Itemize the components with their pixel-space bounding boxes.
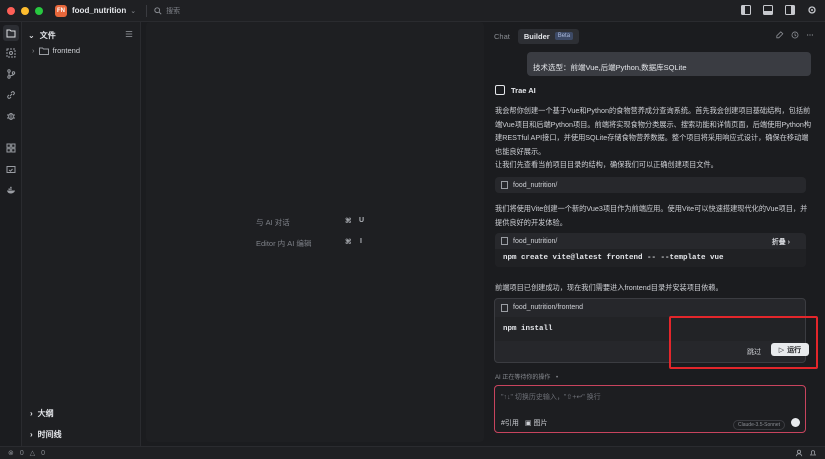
more-icon[interactable] <box>806 31 814 39</box>
tab-chat[interactable]: Chat <box>494 32 510 41</box>
hint-edit: Editor 内 AI 编辑 <box>256 239 312 248</box>
file-path: food_nutrition/ <box>513 181 558 189</box>
toggle-sidebar-icon[interactable] <box>741 5 751 15</box>
divider <box>146 4 148 17</box>
hint-chat: 与 AI 对话 <box>256 218 290 227</box>
error-icon: ⊗ <box>8 450 14 457</box>
chevron-right-icon: › <box>32 46 35 55</box>
problems-indicator[interactable]: ⊗ 0 △ 0 <box>8 449 46 458</box>
remote-icon[interactable] <box>3 162 19 178</box>
file-path: food_nutrition/frontend <box>513 304 584 311</box>
chat-input[interactable]: "↑↓" 切换历史输入，"⇧+↩" 换行 #引用 ▣ 图片 Claude-3.5… <box>494 385 806 433</box>
timeline-label: 时间线 <box>37 430 62 439</box>
close-window-button[interactable] <box>7 6 15 15</box>
status-actions <box>795 449 817 457</box>
send-button[interactable] <box>791 418 800 427</box>
history-icon[interactable] <box>791 31 799 39</box>
image-button[interactable]: ▣ 图片 <box>525 418 548 428</box>
outline-section[interactable]: › 大纲 <box>30 408 54 419</box>
play-icon: ▷ <box>778 346 785 354</box>
shortcut-key: I <box>360 238 362 245</box>
trae-logo-icon <box>495 85 505 95</box>
ai-name: Trae AI <box>511 85 536 95</box>
file-path: food_nutrition/ <box>513 237 558 245</box>
user-message: 技术选型：前端Vue,后端Python,数据库SQLite <box>527 52 811 76</box>
maximize-window-button[interactable] <box>35 6 43 15</box>
error-count: 0 <box>19 449 24 457</box>
shortcut-key: U <box>359 217 365 224</box>
panel-tabs: Chat Builder Beta <box>487 27 820 45</box>
reference-button[interactable]: #引用 <box>501 418 519 428</box>
chevron-right-icon: › <box>30 409 33 418</box>
input-placeholder: "↑↓" 切换历史输入，"⇧+↩" 换行 <box>501 394 601 401</box>
warning-count: 0 <box>41 449 46 457</box>
editor-area[interactable]: 与 AI 对话 ⌘ U Editor 内 AI 编辑 ⌘ I <box>146 22 484 442</box>
shortcut-key: ⌘ <box>345 239 352 246</box>
project-name[interactable]: food_nutrition <box>72 6 126 15</box>
image-icon: ▣ <box>524 420 532 427</box>
ai-paragraph: 前端项目已创建成功，现在我们需要进入frontend目录并安装项目依赖。 <box>495 283 723 292</box>
chevron-right-icon: › <box>30 430 33 439</box>
search-input[interactable]: 搜索 <box>166 6 180 16</box>
waiting-status: AI 正在等待你的操作 • <box>495 375 559 381</box>
search-icon <box>154 6 162 15</box>
title-bar: FN food_nutrition ⌄ 搜索 <box>0 0 825 22</box>
outline-label: 大纲 <box>37 409 54 418</box>
command-block: food_nutrition/ 折叠 › npm create vite@lat… <box>495 233 806 267</box>
tree-item-label: frontend <box>52 46 81 55</box>
tab-builder[interactable]: Builder Beta <box>517 28 580 44</box>
tab-builder-label: Builder <box>523 31 550 41</box>
file-explorer: ⌄ 文件 › frontend › 大纲 › 时间线 <box>22 22 141 446</box>
collapse-button[interactable]: 折叠 › <box>772 237 790 247</box>
notification-icon[interactable] <box>809 449 817 457</box>
tree-item-frontend[interactable]: › frontend <box>32 46 80 55</box>
run-button[interactable]: ▷ 运行 <box>771 343 809 356</box>
window-controls <box>7 6 43 15</box>
skip-button[interactable]: 跳过 <box>747 347 761 357</box>
explorer-title: 文件 <box>39 31 56 40</box>
chevron-down-icon: ⌄ <box>28 31 35 40</box>
source-control-icon[interactable] <box>3 66 19 82</box>
terminal-command: npm create vite@latest frontend -- --tem… <box>495 249 806 267</box>
ai-builder-panel: Chat Builder Beta 技术选型：前端Vue,后端Python,数据… <box>487 22 820 442</box>
run-label: 运行 <box>787 346 802 354</box>
terminal-command: npm install <box>495 317 805 341</box>
shortcut-key: ⌘ <box>345 218 352 225</box>
model-selector[interactable]: Claude-3.5-Sonnet <box>733 420 785 430</box>
explorer-header[interactable]: ⌄ 文件 <box>28 30 56 41</box>
ai-header: Trae AI <box>495 85 536 95</box>
beta-badge: Beta <box>554 32 574 40</box>
link-icon[interactable] <box>3 87 19 103</box>
account-icon[interactable] <box>795 449 803 457</box>
status-bar: ⊗ 0 △ 0 <box>0 446 825 459</box>
ai-paragraph: 我会帮你创建一个基于Vue和Python的食物营养成分查询系统。首先我会创建项目… <box>495 106 812 156</box>
warning-icon: △ <box>29 450 36 457</box>
file-icon <box>501 181 508 189</box>
project-badge[interactable]: FN <box>55 4 67 17</box>
layout-controls <box>741 5 817 15</box>
extensions-icon[interactable] <box>3 140 19 156</box>
panel-actions <box>776 31 814 39</box>
pending-command-card: food_nutrition/frontend npm install 跳过 ▷… <box>494 298 809 363</box>
docker-icon[interactable] <box>3 182 19 198</box>
settings-icon[interactable] <box>807 5 817 15</box>
minimize-window-button[interactable] <box>21 6 29 15</box>
file-reference[interactable]: food_nutrition/ <box>495 177 806 193</box>
activity-bar <box>0 22 22 446</box>
toggle-panel-icon[interactable] <box>763 5 773 15</box>
toggle-secondary-sidebar-icon[interactable] <box>785 5 795 15</box>
chevron-down-icon[interactable]: ⌄ <box>130 7 136 15</box>
menu-icon[interactable] <box>125 30 133 38</box>
file-icon <box>501 303 508 312</box>
explorer-icon[interactable] <box>3 25 19 41</box>
folder-icon <box>38 47 49 55</box>
input-tools: #引用 ▣ 图片 <box>501 418 547 428</box>
ai-paragraph: 我们将使用Vite创建一个新的Vue3项目作为前端应用。使用Vite可以快速搭建… <box>495 204 808 227</box>
ai-paragraph: 让我们先查看当前项目目录的结构，确保我们可以正确创建项目文件。 <box>495 160 718 169</box>
new-chat-icon[interactable] <box>776 31 784 39</box>
file-icon <box>501 237 508 245</box>
search-scope-icon[interactable] <box>3 45 19 61</box>
debug-icon[interactable] <box>3 108 19 124</box>
timeline-section[interactable]: › 时间线 <box>30 429 62 440</box>
